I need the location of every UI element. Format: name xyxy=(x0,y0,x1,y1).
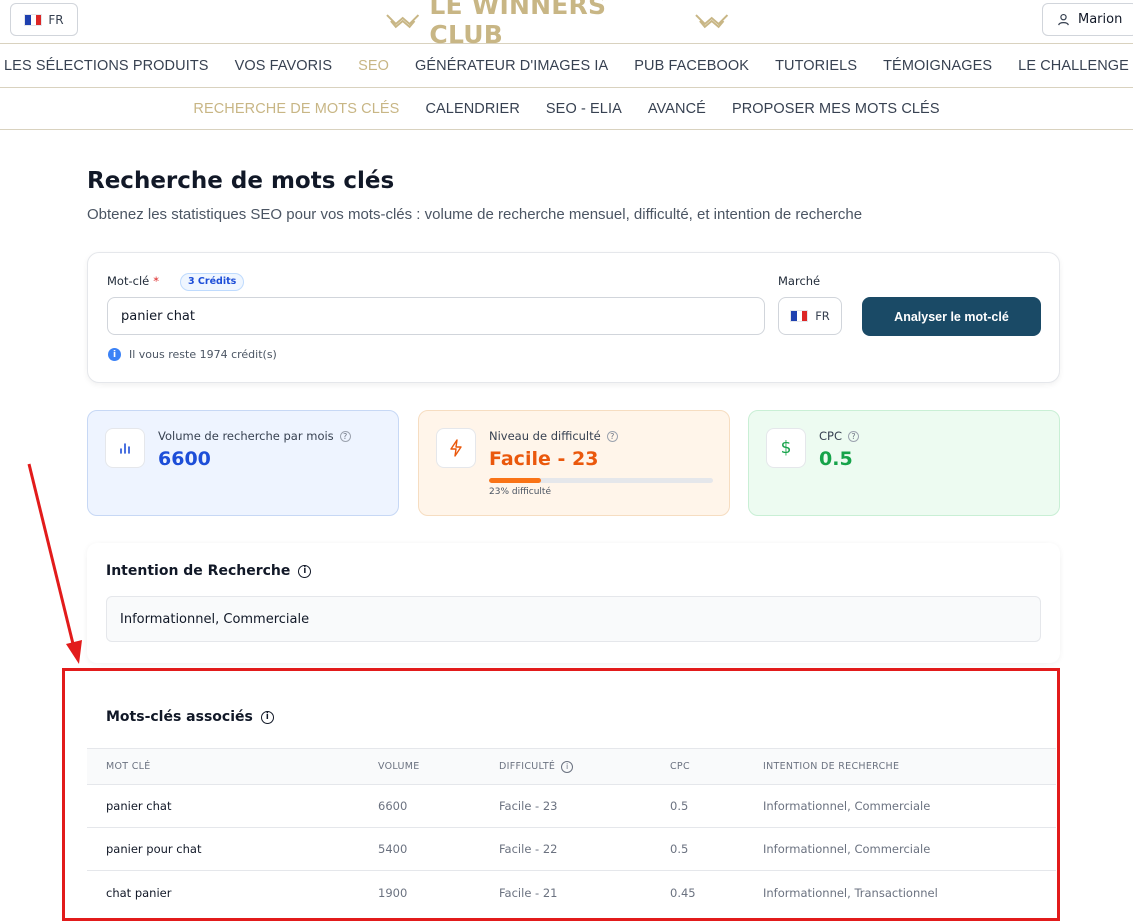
cell-intent: Informationnel, Transactionnel xyxy=(763,885,938,900)
cpc-card: $ CPC ? 0.5 xyxy=(748,410,1060,516)
dollar-icon: $ xyxy=(766,428,806,468)
subnav-calendrier[interactable]: CALENDRIER xyxy=(425,101,519,117)
search-intent-card: Intention de Recherche i Informationnel,… xyxy=(87,543,1060,663)
table-row[interactable]: panier chat 6600 Facile - 23 0.5 Informa… xyxy=(87,785,1056,828)
sub-nav: RECHERCHE DE MOTS CLÉS CALENDRIER SEO - … xyxy=(0,88,1133,130)
nav-vos-favoris[interactable]: VOS FAVORIS xyxy=(235,58,333,74)
nav-pub-facebook[interactable]: PUB FACEBOOK xyxy=(634,58,749,74)
difficulty-progress-bar xyxy=(489,478,713,483)
info-icon: i xyxy=(108,348,121,361)
difficulty-label: Niveau de difficulté ? xyxy=(489,429,618,443)
cell-difficulty: Facile - 21 xyxy=(499,885,558,900)
user-name: Marion xyxy=(1078,12,1123,27)
cell-intent: Informationnel, Commerciale xyxy=(763,842,931,856)
column-header-difficulty[interactable]: DIFFICULTÉ i xyxy=(499,749,574,784)
nav-temoignages[interactable]: TÉMOIGNAGES xyxy=(883,58,992,74)
nav-selections-produits[interactable]: LES SÉLECTIONS PRODUITS xyxy=(4,58,209,74)
nav-generateur-images[interactable]: GÉNÉRATEUR D'IMAGES IA xyxy=(415,58,608,74)
nav-seo[interactable]: SEO xyxy=(358,58,389,74)
market-label: Marché xyxy=(778,274,821,288)
help-icon[interactable]: ? xyxy=(606,430,618,442)
analyze-keyword-button[interactable]: Analyser le mot-clé xyxy=(862,297,1041,336)
info-icon[interactable]: i xyxy=(260,710,274,724)
difficulty-progress-fill xyxy=(489,478,541,483)
france-flag-icon xyxy=(790,310,809,322)
search-volume-value: 6600 xyxy=(158,448,211,470)
cell-difficulty: Facile - 22 xyxy=(499,842,558,856)
site-logo[interactable]: LE WINNERS CLUB xyxy=(384,0,730,49)
column-header-volume[interactable]: VOLUME xyxy=(378,749,420,784)
table-row[interactable]: panier pour chat 5400 Facile - 22 0.5 In… xyxy=(87,828,1056,871)
cell-difficulty: Facile - 23 xyxy=(499,799,558,813)
logo-text: LE WINNERS CLUB xyxy=(429,0,607,49)
user-menu-button[interactable]: Marion xyxy=(1042,3,1133,36)
search-volume-label: Volume de recherche par mois ? xyxy=(158,429,351,443)
difficulty-value: Facile - 23 xyxy=(489,448,599,470)
column-header-keyword[interactable]: MOT CLÉ xyxy=(106,749,151,784)
subnav-avance[interactable]: AVANCÉ xyxy=(648,101,706,117)
cell-volume: 1900 xyxy=(378,885,408,900)
france-flag-icon xyxy=(24,13,43,26)
subnav-proposer-mots-cles[interactable]: PROPOSER MES MOTS CLÉS xyxy=(732,101,940,117)
search-intent-title: Intention de Recherche i xyxy=(106,563,312,579)
column-header-cpc[interactable]: CPC xyxy=(670,749,690,784)
bar-chart-icon xyxy=(105,428,145,468)
help-icon[interactable]: ? xyxy=(339,430,351,442)
keyword-label: Mot-clé * xyxy=(107,274,159,288)
help-icon[interactable]: i xyxy=(561,760,574,773)
table-row[interactable]: chat panier 1900 Facile - 21 0.45 Inform… xyxy=(87,871,1056,903)
difficulty-caption: 23% difficulté xyxy=(489,487,551,497)
user-icon xyxy=(1058,13,1069,26)
cell-cpc: 0.5 xyxy=(670,799,689,813)
main-nav: LES SÉLECTIONS PRODUITS VOS FAVORIS SEO … xyxy=(0,44,1133,88)
cell-volume: 5400 xyxy=(378,842,408,856)
search-intent-value: Informationnel, Commerciale xyxy=(106,596,1041,642)
page-subtitle: Obtenez les statistiques SEO pour vos mo… xyxy=(87,206,863,223)
laurel-right-icon xyxy=(694,14,728,29)
page-title: Recherche de mots clés xyxy=(87,168,395,194)
top-header: FR LE WINNERS CLUB Marion xyxy=(0,0,1133,49)
market-selector[interactable]: FR xyxy=(778,297,842,335)
keyword-input[interactable] xyxy=(107,297,765,335)
laurel-left-icon xyxy=(386,14,420,29)
cell-keyword: panier chat xyxy=(106,799,172,813)
cell-intent: Informationnel, Commerciale xyxy=(763,799,931,813)
cell-keyword: panier pour chat xyxy=(106,842,202,856)
language-label: FR xyxy=(48,12,64,27)
table-header: MOT CLÉ VOLUME DIFFICULTÉ i CPC INTENTIO… xyxy=(87,748,1056,785)
cpc-value: 0.5 xyxy=(819,448,853,470)
nav-le-challenge[interactable]: LE CHALLENGE xyxy=(1018,58,1129,74)
credits-cost-badge: 3 Crédits xyxy=(180,273,245,291)
subnav-seo-elia[interactable]: SEO - ELIA xyxy=(546,101,622,117)
credits-remaining-text: Il vous reste 1974 crédit(s) xyxy=(129,348,277,361)
related-keywords-card: Mots-clés associés i MOT CLÉ VOLUME DIFF… xyxy=(87,683,1056,903)
keyword-search-card: Mot-clé* 3 Crédits i Il vous reste 1974 … xyxy=(87,252,1060,383)
search-volume-card: Volume de recherche par mois ? 6600 xyxy=(87,410,399,516)
required-mark: * xyxy=(153,274,159,288)
cell-cpc: 0.5 xyxy=(670,842,689,856)
lightning-icon xyxy=(436,428,476,468)
difficulty-card: Niveau de difficulté ? Facile - 23 23% d… xyxy=(418,410,730,516)
subnav-recherche-mots-cles[interactable]: RECHERCHE DE MOTS CLÉS xyxy=(193,101,399,117)
market-value: FR xyxy=(815,309,830,323)
related-keywords-title: Mots-clés associés i xyxy=(106,709,274,725)
column-header-intent[interactable]: INTENTION DE RECHERCHE xyxy=(763,749,899,784)
cell-keyword: chat panier xyxy=(106,885,172,900)
cpc-label: CPC ? xyxy=(819,429,859,443)
language-selector[interactable]: FR xyxy=(10,3,78,36)
cell-volume: 6600 xyxy=(378,799,408,813)
credits-info: i Il vous reste 1974 crédit(s) xyxy=(108,348,277,361)
nav-tutoriels[interactable]: TUTORIELS xyxy=(775,58,857,74)
help-icon[interactable]: ? xyxy=(848,430,859,442)
cell-cpc: 0.45 xyxy=(670,885,696,900)
info-icon[interactable]: i xyxy=(298,564,312,578)
